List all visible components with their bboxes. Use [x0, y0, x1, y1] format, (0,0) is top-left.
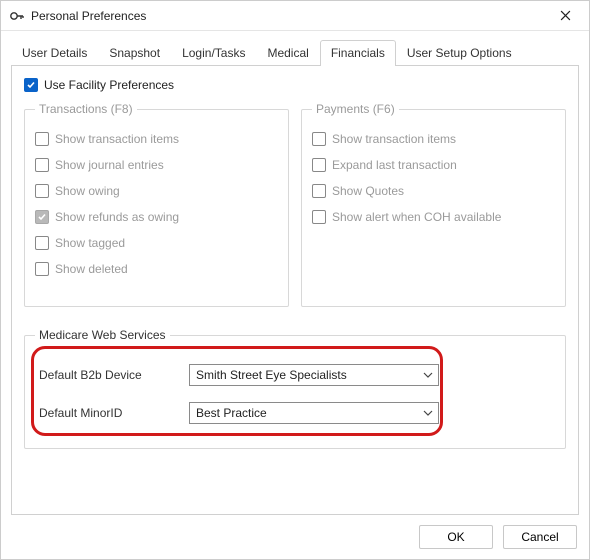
ok-button[interactable]: OK [419, 525, 493, 549]
payments-legend: Payments (F6) [312, 102, 399, 116]
checkbox-icon [312, 210, 326, 224]
checkbox-icon [35, 184, 49, 198]
b2b-row: Default B2b Device Smith Street Eye Spec… [39, 364, 551, 386]
tab-medical[interactable]: Medical [256, 40, 319, 66]
window-title: Personal Preferences [31, 9, 146, 23]
checkbox-icon [35, 132, 49, 146]
transactions-legend: Transactions (F8) [35, 102, 137, 116]
checkbox-icon [35, 262, 49, 276]
tab-content-financials: Use Facility Preferences Transactions (F… [11, 66, 579, 515]
key-icon [9, 8, 25, 24]
mws-section: Medicare Web Services Default B2b Device… [24, 335, 566, 449]
tab-login-tasks[interactable]: Login/Tasks [171, 40, 256, 66]
minorid-select[interactable]: Best Practice [189, 402, 439, 424]
transactions-show-journal-entries-label: Show journal entries [55, 158, 164, 172]
chevron-down-icon [422, 410, 434, 416]
dialog-body: User DetailsSnapshotLogin/TasksMedicalFi… [1, 31, 589, 515]
minorid-value: Best Practice [196, 406, 422, 420]
checkbox-checked-icon [35, 210, 49, 224]
checkbox-icon [312, 158, 326, 172]
payments-show-quotes: Show Quotes [312, 184, 555, 198]
tab-financials[interactable]: Financials [320, 40, 396, 66]
titlebar: Personal Preferences [1, 1, 589, 31]
close-button[interactable] [547, 3, 583, 29]
dialog-footer: OK Cancel [1, 515, 589, 559]
options-row: Transactions (F8) Show transaction items… [24, 102, 566, 307]
transactions-group: Transactions (F8) Show transaction items… [24, 102, 289, 307]
use-facility-preferences[interactable]: Use Facility Preferences [24, 78, 566, 92]
tab-snapshot[interactable]: Snapshot [98, 40, 171, 66]
use-facility-label: Use Facility Preferences [44, 78, 174, 92]
transactions-show-deleted: Show deleted [35, 262, 278, 276]
mws-legend: Medicare Web Services [35, 328, 170, 342]
checkbox-icon [35, 236, 49, 250]
checkbox-icon [312, 132, 326, 146]
tab-user-setup-options[interactable]: User Setup Options [396, 40, 523, 66]
chevron-down-icon [422, 372, 434, 378]
b2b-value: Smith Street Eye Specialists [196, 368, 422, 382]
b2b-device-select[interactable]: Smith Street Eye Specialists [189, 364, 439, 386]
payments-expand-last-transaction: Expand last transaction [312, 158, 555, 172]
payments-expand-last-transaction-label: Expand last transaction [332, 158, 457, 172]
payments-group: Payments (F6) Show transaction items Expa… [301, 102, 566, 307]
medicare-web-services-group: Medicare Web Services Default B2b Device… [24, 335, 566, 449]
transactions-show-transaction-items: Show transaction items [35, 132, 278, 146]
transactions-show-refunds-as-owing: Show refunds as owing [35, 210, 278, 224]
checkbox-icon [35, 158, 49, 172]
transactions-show-deleted-label: Show deleted [55, 262, 128, 276]
payments-show-alert-coh: Show alert when COH available [312, 210, 555, 224]
transactions-show-refunds-as-owing-label: Show refunds as owing [55, 210, 179, 224]
tab-user-details[interactable]: User Details [11, 40, 98, 66]
transactions-show-journal-entries: Show journal entries [35, 158, 278, 172]
close-icon [560, 10, 571, 21]
payments-show-quotes-label: Show Quotes [332, 184, 404, 198]
transactions-show-owing-label: Show owing [55, 184, 120, 198]
preferences-window: Personal Preferences User DetailsSnapsho… [0, 0, 590, 560]
cancel-button[interactable]: Cancel [503, 525, 577, 549]
transactions-show-tagged: Show tagged [35, 236, 278, 250]
minorid-row: Default MinorID Best Practice [39, 402, 551, 424]
payments-p-show-transaction-items-label: Show transaction items [332, 132, 456, 146]
transactions-show-transaction-items-label: Show transaction items [55, 132, 179, 146]
payments-show-alert-coh-label: Show alert when COH available [332, 210, 501, 224]
tab-strip: User DetailsSnapshotLogin/TasksMedicalFi… [11, 39, 579, 66]
checkbox-checked-icon [24, 78, 38, 92]
checkbox-icon [312, 184, 326, 198]
transactions-show-tagged-label: Show tagged [55, 236, 125, 250]
transactions-show-owing: Show owing [35, 184, 278, 198]
b2b-label: Default B2b Device [39, 368, 189, 382]
payments-p-show-transaction-items: Show transaction items [312, 132, 555, 146]
minorid-label: Default MinorID [39, 406, 189, 420]
